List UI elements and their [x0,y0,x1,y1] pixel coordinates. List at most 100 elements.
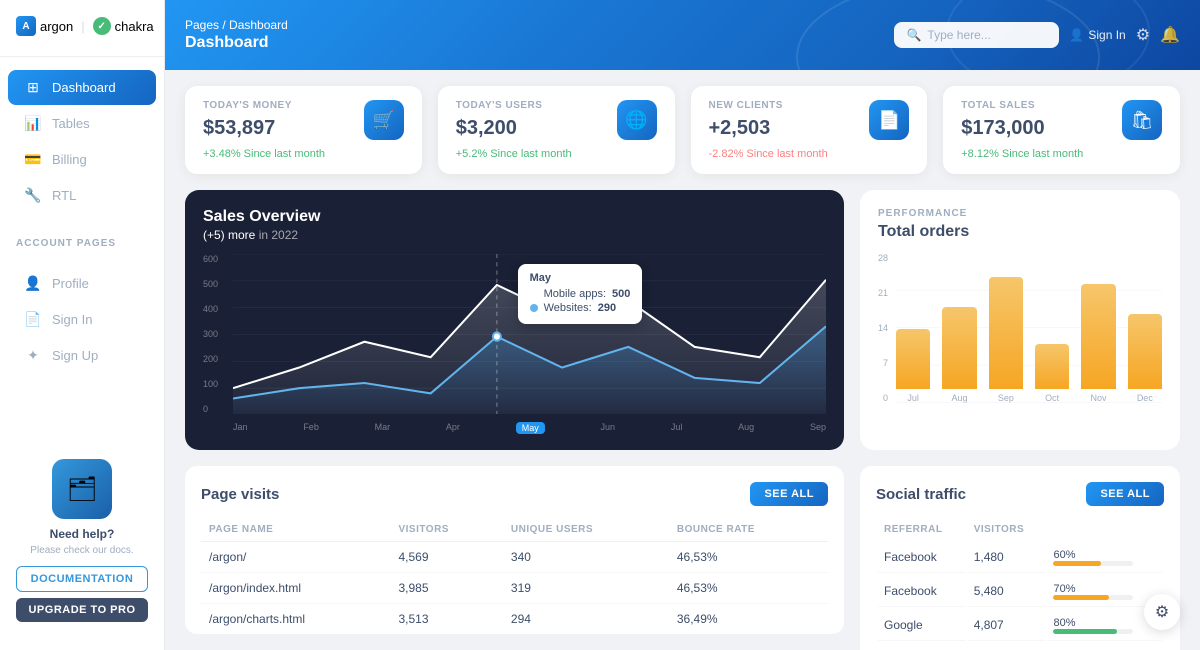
active-month-label: May [516,422,545,434]
stat-total-sales: TOTAL SALES $173,000 +8.12% Since last m… [943,86,1180,174]
bar-item: Aug [942,253,976,403]
bar-item: Jul [896,253,930,403]
social-title: Social traffic [876,486,966,503]
pct-label: 80% [1053,617,1075,629]
sidebar-item-rtl[interactable]: 🔧 RTL [8,178,156,213]
social-see-all[interactable]: SEE ALL [1086,482,1164,506]
logo-chakra-text: chakra [115,19,154,34]
progress-bar-wrap [1053,595,1133,600]
table-header-row: PAGE NAME VISITORS UNIQUE USERS BOUNCE R… [201,518,828,542]
stat-icon-1: 🌐 [617,100,657,140]
stat-icon-2: 📄 [869,100,909,140]
sidebar-label-dashboard: Dashboard [52,80,116,95]
stat-label-0: TODAY'S MONEY [203,100,325,111]
cell-progress: 60% [1047,541,1162,573]
cell-unique: 294 [503,604,669,635]
cell-referral: Google [878,609,966,641]
stat-value-3: $173,000 [961,117,1083,140]
bar [942,307,976,390]
signin-icon: 📄 [24,311,42,328]
cell-visitors-val: 1,480 [968,541,1046,573]
stat-change-1: +5.2% Since last month [456,148,572,160]
sidebar-item-signup[interactable]: ✦ Sign Up [8,338,156,373]
docs-button[interactable]: DOCUMENTATION [16,566,148,592]
cell-page: /argon/charts.html [201,604,390,635]
table-row: /argon/index.html 3,985 319 46,53% [201,573,828,604]
sidebar-item-profile[interactable]: 👤 Profile [8,266,156,301]
progress-bar-wrap [1053,561,1133,566]
sales-chart-card: Sales Overview (+5) more in 2022 600 500… [185,190,844,450]
tooltip-month: May [530,272,631,284]
stat-value-2: +2,503 [709,117,828,140]
chart-area: 600 500 400 300 200 100 0 [203,254,826,434]
upgrade-button[interactable]: UPGRADE TO PRO [16,598,148,622]
social-body: Facebook 1,480 60% Facebook 5,480 70% Go… [878,541,1162,650]
chakra-dot [93,17,111,35]
sidebar-label-signin: Sign In [52,312,92,327]
stat-icon-0: 🛒 [364,100,404,140]
tooltip-websites-row: Websites: 290 [530,302,631,314]
settings-fab[interactable]: ⚙ [1144,594,1180,630]
websites-dot [530,304,538,312]
page-visits-see-all[interactable]: SEE ALL [750,482,828,506]
chart-subtitle-suffix: in 2022 [259,228,298,242]
col-unique-users: UNIQUE USERS [503,518,669,542]
social-header: Social traffic SEE ALL [876,482,1164,506]
stat-text-todays-users: TODAY'S USERS $3,200 +5.2% Since last mo… [456,100,572,160]
chart-svg-area: May Mobile apps: 500 Websites: 290 [233,254,826,414]
left-panel: Sales Overview (+5) more in 2022 600 500… [185,190,844,634]
tooltip-mobile-label: Mobile apps: [544,288,606,300]
table-row: /argon/charts.html 3,513 294 36,49% [201,604,828,635]
stat-label-2: NEW CLIENTS [709,100,828,111]
bar-item: Dec [1128,253,1162,403]
bar-y-labels: 28 21 14 7 0 [878,253,888,403]
tooltip-websites-label: Websites: [544,302,592,314]
bar-item: Oct [1035,253,1069,403]
stat-todays-users: TODAY'S USERS $3,200 +5.2% Since last mo… [438,86,675,174]
bell-icon[interactable]: 🔔 [1160,25,1180,45]
pct-label: 70% [1053,583,1075,595]
stats-row: TODAY'S MONEY $53,897 +3.48% Since last … [165,70,1200,190]
bar-item: Nov [1081,253,1115,403]
stat-change-2: -2.82% Since last month [709,148,828,160]
bar [1128,314,1162,389]
sidebar: A argon | chakra ⊞ Dashboard 📊 Tables 💳 … [0,0,165,650]
tooltip-mobile-value: 500 [612,288,630,300]
help-section: 🗂 Need help? Please check our docs. DOCU… [0,447,164,634]
col-visitors-social: VISITORS [968,520,1046,539]
sidebar-item-signin[interactable]: 📄 Sign In [8,302,156,337]
settings-icon[interactable]: ⚙ [1136,25,1150,45]
breadcrumb-pages[interactable]: Pages [185,18,219,32]
bar-chart-area: 28 21 14 7 0 Jul Aug Sep Oct Nov Dec [878,253,1162,403]
rtl-icon: 🔧 [24,187,42,204]
account-section-label: ACCOUNT PAGES [0,226,164,253]
social-row: Google 4,807 80% [878,609,1162,641]
search-icon: 🔍 [906,28,921,42]
bar [1035,344,1069,389]
chart-title: Sales Overview [203,208,826,226]
breadcrumb-area: Pages / Dashboard Dashboard [185,18,288,52]
sidebar-item-tables[interactable]: 📊 Tables [8,106,156,141]
stat-new-clients: NEW CLIENTS +2,503 -2.82% Since last mon… [691,86,928,174]
search-input[interactable] [927,28,1047,42]
chart-y-labels: 600 500 400 300 200 100 0 [203,254,228,414]
sign-in-button[interactable]: 👤 Sign In [1069,28,1125,42]
performance-card: PERFORMANCE Total orders 28 21 14 7 0 Ju… [860,190,1180,450]
cell-bounce: 46,53% [669,573,828,604]
sign-in-label: Sign In [1088,28,1125,42]
sidebar-item-dashboard[interactable]: ⊞ Dashboard [8,70,156,105]
progress-bar-wrap [1053,629,1133,634]
stat-todays-money: TODAY'S MONEY $53,897 +3.48% Since last … [185,86,422,174]
stat-text-total-sales: TOTAL SALES $173,000 +8.12% Since last m… [961,100,1083,160]
sidebar-item-billing[interactable]: 💳 Billing [8,142,156,177]
tooltip-mobile-row: Mobile apps: 500 [530,288,631,300]
bar-label: Sep [998,393,1014,403]
chart-subtitle-prefix: (+5) more [203,228,255,242]
search-box[interactable]: 🔍 [894,22,1059,48]
col-visitors: VISITORS [390,518,502,542]
help-title: Need help? [16,527,148,541]
cell-visitors-val: 5,480 [968,575,1046,607]
billing-icon: 💳 [24,151,42,168]
cell-bounce: 36,49% [669,604,828,635]
sidebar-label-billing: Billing [52,152,87,167]
